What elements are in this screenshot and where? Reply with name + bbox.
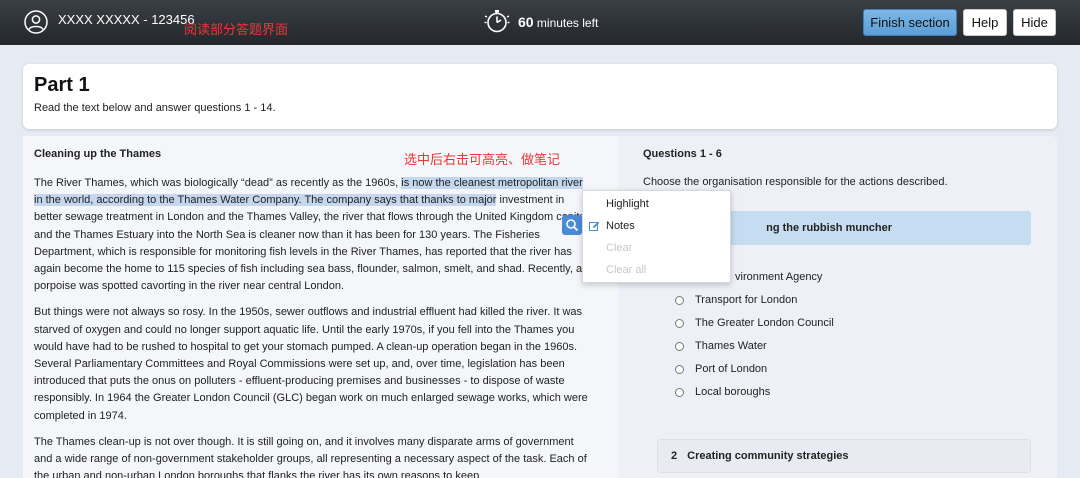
part-instructions: Read the text below and answer questions…	[34, 102, 276, 114]
option-greater-london-council[interactable]: The Greater London Council	[675, 315, 834, 331]
radio-icon[interactable]	[675, 318, 684, 328]
menu-item-notes[interactable]: Notes	[606, 216, 635, 236]
radio-icon[interactable]	[675, 295, 684, 305]
question-2-label: Creating community strategies	[687, 450, 849, 462]
part-title: Part 1	[34, 74, 90, 96]
time-remaining: 60 minutes left	[518, 14, 598, 30]
option-label: Port of London	[695, 363, 768, 375]
annotation-right-click-hint: 选中后右击可高亮、做笔记	[404, 152, 561, 167]
stopwatch-icon	[484, 10, 510, 33]
radio-icon[interactable]	[675, 387, 684, 397]
questions-instructions: Choose the organisation responsible for …	[643, 176, 948, 188]
menu-item-clear-all[interactable]: Clear all	[606, 260, 646, 280]
pencil-icon	[589, 221, 600, 231]
menu-item-highlight[interactable]: Highlight	[606, 194, 649, 214]
option-local-boroughs[interactable]: Local boroughs	[675, 384, 770, 400]
main-panel: Cleaning up the Thames The River Thames,…	[23, 136, 1057, 478]
hide-button[interactable]: Hide	[1013, 9, 1056, 36]
passage-paragraph-1[interactable]: The River Thames, which was biologically…	[34, 175, 594, 295]
option-label: Thames Water	[695, 340, 767, 352]
question-2-number: 2	[671, 450, 678, 462]
passage-paragraph-2[interactable]: But things were not always so rosy. In t…	[34, 304, 594, 424]
paragraph-1-text-a: The River Thames, which was biologically…	[34, 177, 402, 189]
radio-icon[interactable]	[675, 341, 684, 351]
option-port-of-london[interactable]: Port of London	[675, 361, 767, 377]
candidate-id: XXXX XXXXX - 123456	[58, 12, 195, 27]
search-note-icon	[566, 219, 579, 232]
context-menu: Highlight Notes Clear Clear all	[582, 190, 731, 283]
top-bar: XXXX XXXXX - 123456 阅读部分答题界面 60 minutes …	[0, 0, 1080, 45]
paragraph-1-text-b: investment in better sewage treatment in…	[34, 194, 588, 293]
add-note-float-button[interactable]	[562, 215, 582, 235]
option-label: Transport for London	[695, 294, 798, 306]
annotation-reading-interface: 阅读部分答题界面	[184, 22, 289, 37]
finish-section-button[interactable]: Finish section	[863, 9, 957, 36]
questions-heading: Questions 1 - 6	[643, 148, 722, 160]
part-header: Part 1 Read the text below and answer qu…	[23, 64, 1057, 129]
radio-icon[interactable]	[675, 364, 684, 374]
time-remaining-value: 60	[518, 14, 534, 30]
passage-paragraph-3[interactable]: The Thames clean-up is not over though. …	[34, 434, 594, 478]
help-button[interactable]: Help	[963, 9, 1007, 36]
option-transport-for-london[interactable]: Transport for London	[675, 292, 797, 308]
user-icon	[24, 10, 48, 34]
menu-item-clear[interactable]: Clear	[606, 238, 632, 258]
option-label: Local boroughs	[695, 386, 771, 398]
option-label: The Greater London Council	[695, 317, 834, 329]
reading-passage[interactable]: Cleaning up the Thames The River Thames,…	[23, 136, 618, 478]
questions-panel: Questions 1 - 6 Choose the organisation …	[643, 136, 1057, 478]
question-2-header[interactable]: 2 Creating community strategies	[657, 439, 1031, 473]
option-thames-water[interactable]: Thames Water	[675, 338, 767, 354]
time-remaining-suffix: minutes left	[533, 16, 599, 30]
